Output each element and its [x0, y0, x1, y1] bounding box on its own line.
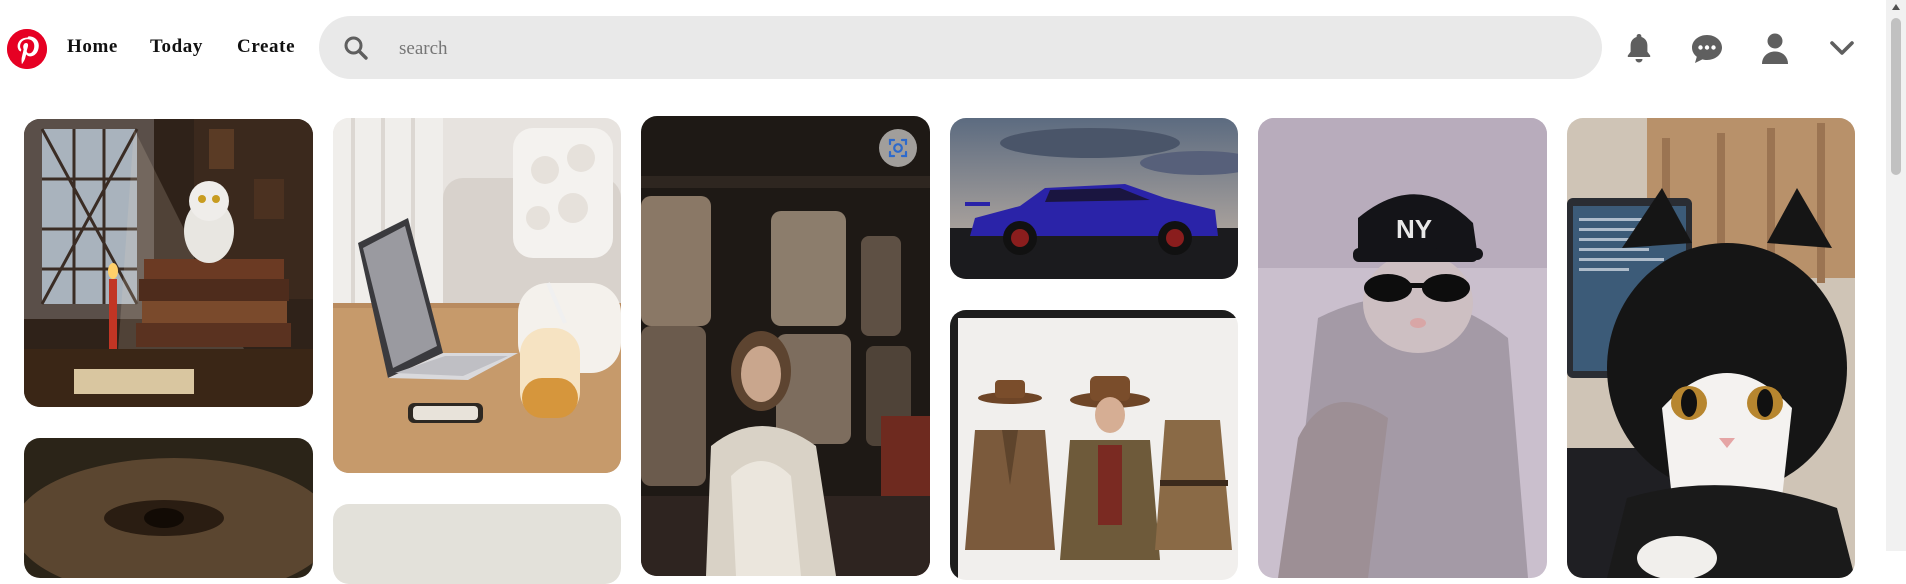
top-header: Home Today Create	[0, 0, 1886, 96]
neutral-image	[333, 504, 621, 584]
pin-card[interactable]	[24, 119, 313, 407]
pin-card[interactable]	[950, 310, 1238, 580]
fashion-outfit-image	[950, 310, 1238, 580]
search-input[interactable]	[397, 30, 1551, 68]
laptop-sofa-image	[333, 118, 621, 473]
pin-card[interactable]: NY	[1258, 118, 1547, 578]
chat-icon[interactable]	[1687, 28, 1727, 68]
portrait-closeup-image	[24, 438, 313, 578]
pin-card[interactable]	[641, 116, 930, 576]
visual-search-icon[interactable]	[879, 129, 917, 167]
svg-text:NY: NY	[1396, 214, 1432, 244]
pin-card[interactable]	[950, 118, 1238, 279]
pin-card[interactable]	[333, 118, 621, 473]
blue-sports-car-image	[950, 118, 1238, 279]
scroll-up-arrow-icon[interactable]	[1891, 3, 1901, 11]
page-scrollbar[interactable]	[1886, 0, 1906, 551]
nav-today-link[interactable]: Today	[150, 36, 203, 58]
pinterest-logo-icon[interactable]	[7, 29, 47, 69]
pin-card[interactable]	[333, 504, 621, 584]
bell-icon[interactable]	[1619, 28, 1659, 68]
chevron-down-icon[interactable]	[1822, 28, 1862, 68]
nav-create-link[interactable]: Create	[237, 36, 295, 58]
scroll-thumb[interactable]	[1891, 18, 1901, 175]
pin-card[interactable]	[1567, 118, 1855, 578]
pin-card[interactable]	[24, 438, 313, 578]
cat-cap-sunglasses-image: NY	[1258, 118, 1547, 578]
train-girl-painting-image	[641, 116, 930, 576]
black-white-cat-image	[1567, 118, 1855, 578]
nav-home-link[interactable]: Home	[67, 36, 118, 58]
owl-books-image	[24, 119, 313, 407]
profile-icon[interactable]	[1755, 28, 1795, 68]
search-bar[interactable]	[319, 16, 1602, 79]
search-icon	[343, 35, 369, 61]
